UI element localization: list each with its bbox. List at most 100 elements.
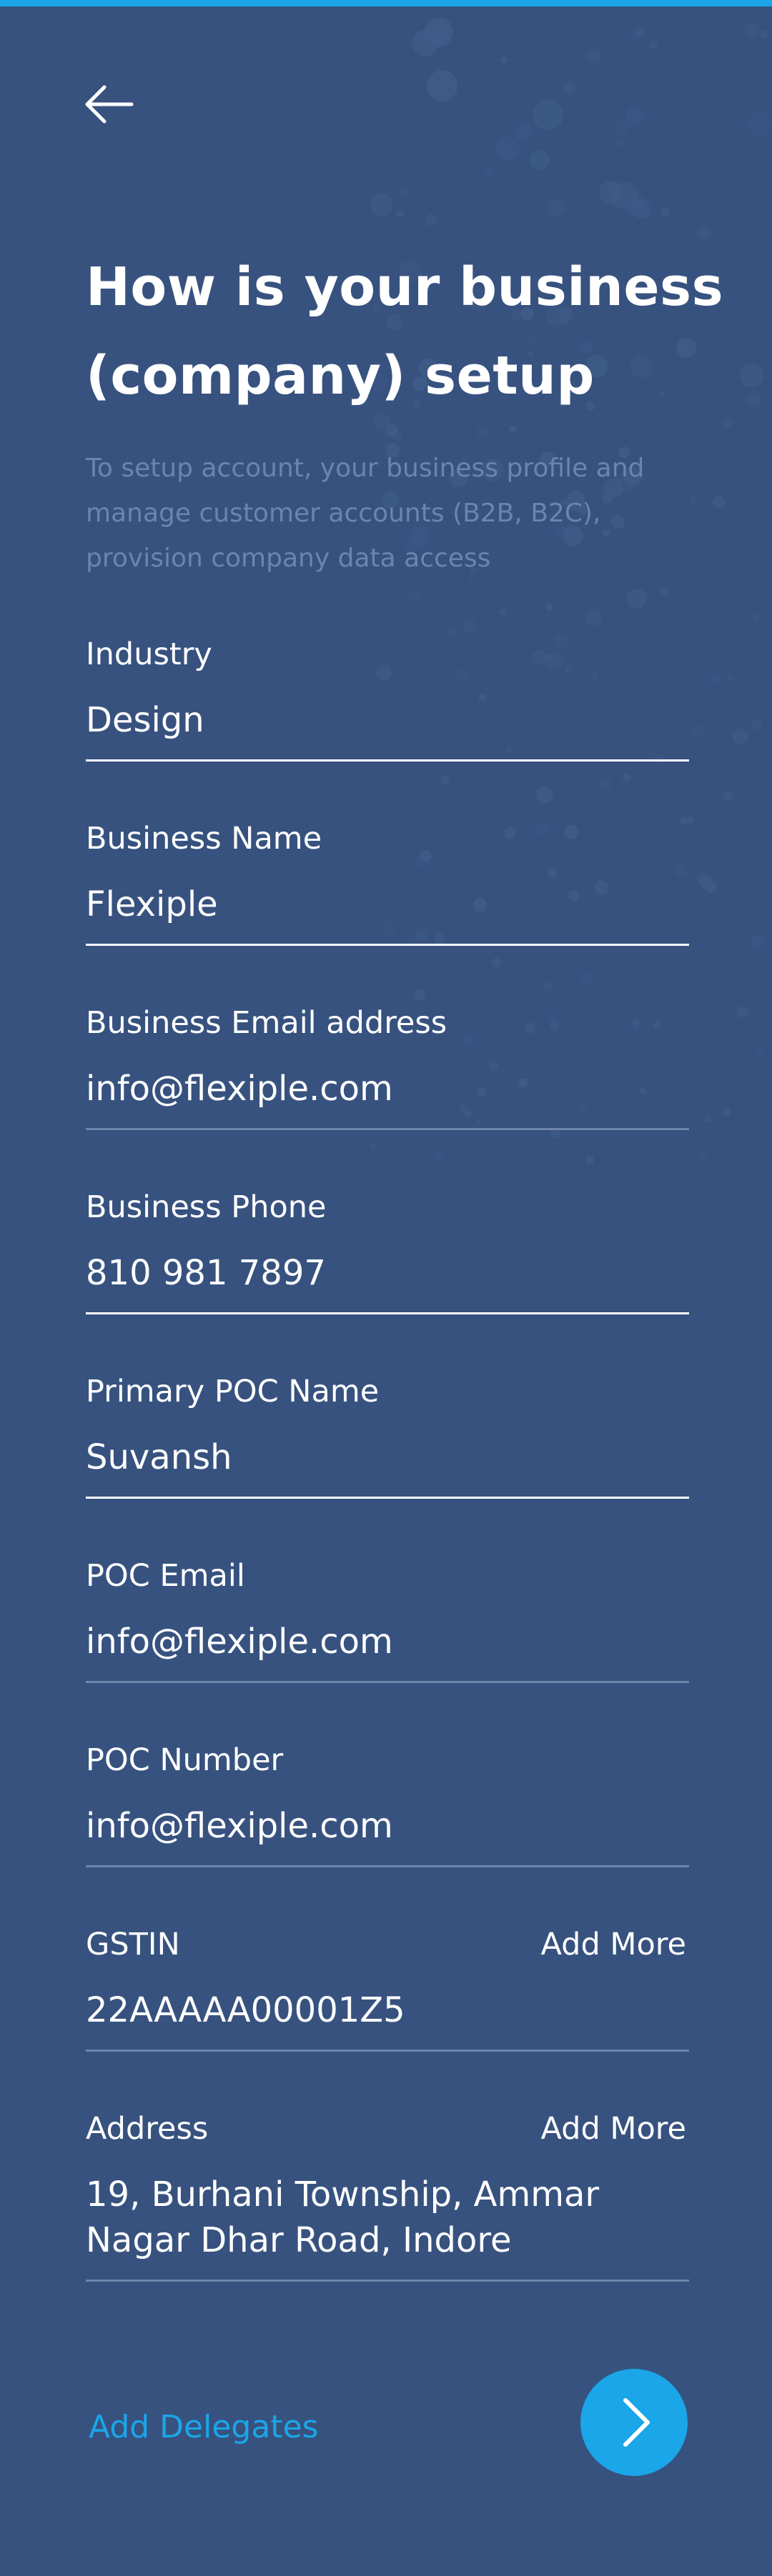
gstin-label: GSTIN — [86, 1927, 180, 1962]
background-dot — [691, 724, 705, 737]
background-dot — [723, 792, 733, 802]
background-dot — [712, 674, 722, 685]
background-dot — [485, 165, 494, 174]
background-dot — [548, 199, 566, 216]
industry-label: Industry — [86, 636, 212, 672]
background-dot — [613, 119, 630, 136]
business-phone-label: Business Phone — [86, 1189, 327, 1225]
background-dot — [529, 149, 550, 171]
background-dot — [543, 982, 553, 992]
poc-name-underline — [86, 1497, 689, 1499]
background-dot — [726, 674, 733, 682]
address-field[interactable]: Address Add More 19, Burhani Township, A… — [86, 2110, 689, 2283]
background-dot — [630, 34, 637, 41]
background-dot — [746, 392, 762, 408]
poc-number-value[interactable]: info@flexiple.com — [86, 1803, 689, 1849]
background-dot — [732, 728, 748, 744]
background-dot — [365, 579, 379, 592]
business-name-field[interactable]: Business Name Flexiple — [86, 820, 689, 947]
poc-email-underline — [86, 1681, 689, 1683]
background-dot — [395, 209, 405, 217]
background-dot — [660, 207, 670, 216]
background-dot — [486, 1167, 493, 1173]
background-dot — [369, 1142, 377, 1152]
gstin-add-more-button[interactable]: Add More — [540, 1926, 686, 1963]
background-dot — [625, 106, 645, 126]
background-dot — [514, 122, 534, 142]
background-dot — [400, 188, 410, 198]
background-dot — [563, 81, 576, 95]
background-dot — [696, 872, 708, 884]
background-dot — [752, 613, 759, 620]
background-dot — [739, 363, 764, 388]
add-delegates-link[interactable]: Add Delegates — [89, 2407, 319, 2447]
background-dot — [683, 179, 693, 190]
industry-value[interactable]: Design — [86, 697, 689, 743]
background-dot — [624, 194, 647, 216]
background-dot — [424, 17, 453, 47]
business-phone-field[interactable]: Business Phone 810 981 7897 — [86, 1189, 689, 1316]
background-dot — [615, 138, 624, 146]
background-dot — [756, 1046, 763, 1054]
background-dot — [697, 225, 711, 240]
page-title: How is your business (company) setup — [86, 256, 724, 406]
address-value[interactable]: 19, Burhani Township, Ammar Nagar Dhar R… — [86, 2172, 689, 2263]
background-dot — [723, 1108, 731, 1117]
address-underline — [86, 2280, 689, 2282]
background-dot — [633, 26, 645, 38]
background-dot — [508, 425, 517, 433]
business-name-underline — [86, 944, 689, 946]
background-dot — [408, 589, 421, 602]
background-dot — [580, 972, 593, 984]
background-dot — [623, 773, 631, 782]
page-subtitle: To setup account, your business profile … — [86, 454, 645, 573]
poc-email-label: POC Email — [86, 1558, 245, 1594]
background-dot — [706, 881, 718, 893]
poc-name-value[interactable]: Suvansh — [86, 1434, 689, 1480]
background-dot — [412, 29, 439, 56]
background-dot — [536, 786, 554, 804]
poc-number-field[interactable]: POC Number info@flexiple.com — [86, 1742, 689, 1869]
business-email-field[interactable]: Business Email address info@flexiple.com — [86, 1004, 689, 1132]
background-dot — [500, 56, 508, 64]
poc-number-label: POC Number — [86, 1742, 284, 1778]
poc-name-field[interactable]: Primary POC Name Suvansh — [86, 1373, 689, 1500]
industry-field[interactable]: Industry Design — [86, 636, 689, 763]
background-dot — [751, 934, 766, 949]
background-dot — [586, 49, 601, 64]
next-button[interactable] — [580, 2369, 688, 2476]
background-dot — [385, 424, 399, 437]
background-dot — [744, 23, 760, 39]
background-dot — [496, 136, 520, 160]
address-label: Address — [86, 2111, 209, 2147]
background-dot — [499, 608, 507, 616]
arrow-left-icon — [85, 85, 134, 124]
poc-email-value[interactable]: info@flexiple.com — [86, 1619, 689, 1664]
gstin-value[interactable]: 22AAAAA00001Z5 — [86, 1987, 689, 2033]
background-dot — [660, 586, 670, 596]
gstin-field[interactable]: GSTIN Add More 22AAAAA00001Z5 — [86, 1926, 689, 2053]
business-name-value[interactable]: Flexiple — [86, 882, 689, 927]
background-dot — [600, 778, 613, 790]
background-dot — [545, 604, 553, 611]
background-dot — [699, 876, 713, 889]
business-email-label: Business Email address — [86, 1005, 447, 1041]
background-dot — [413, 988, 426, 1001]
background-dot — [630, 199, 650, 219]
background-dot — [649, 40, 658, 50]
poc-email-field[interactable]: POC Email info@flexiple.com — [86, 1557, 689, 1684]
business-phone-value[interactable]: 810 981 7897 — [86, 1250, 689, 1296]
background-dot — [585, 1156, 594, 1164]
background-dot — [435, 67, 444, 76]
poc-name-label: Primary POC Name — [86, 1374, 380, 1409]
background-dot — [698, 1149, 708, 1159]
background-dot — [759, 30, 768, 39]
back-button[interactable] — [80, 80, 137, 129]
business-email-value[interactable]: info@flexiple.com — [86, 1066, 689, 1112]
business-email-underline — [86, 1128, 689, 1130]
background-dot — [476, 425, 488, 438]
background-dot — [532, 99, 564, 131]
address-add-more-button[interactable]: Add More — [540, 2110, 686, 2147]
background-dot — [598, 181, 622, 204]
gstin-underline — [86, 2050, 689, 2052]
